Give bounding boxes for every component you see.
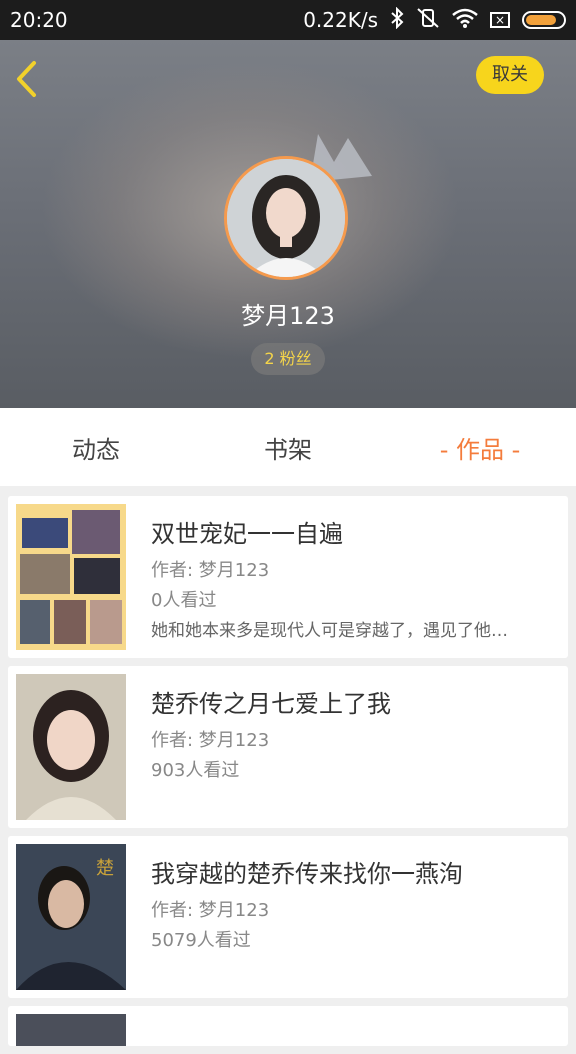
work-author: 作者: 梦月123 <box>151 900 270 921</box>
vibrate-icon <box>416 7 440 34</box>
list-item[interactable]: 楚乔传之月七爱上了我 作者: 梦月123 903人看过 <box>8 666 568 828</box>
list-item[interactable] <box>8 1006 568 1046</box>
no-sim-icon: × <box>490 12 510 28</box>
username: 梦月123 <box>241 302 335 330</box>
tab-bookshelf[interactable]: 书架 <box>192 430 384 465</box>
tab-works[interactable]: - 作品 - <box>384 430 576 465</box>
book-cover <box>16 504 126 650</box>
avatar-image <box>227 159 345 277</box>
work-author: 作者: 梦月123 <box>151 560 270 581</box>
work-description: 她和她本来多是现代人可是穿越了，遇见了他… <box>151 621 508 641</box>
book-cover <box>16 674 126 820</box>
status-time: 20:20 <box>10 8 68 32</box>
tab-updates[interactable]: 动态 <box>0 430 192 465</box>
network-speed: 0.22K/s <box>303 8 378 32</box>
avatar[interactable] <box>224 156 348 280</box>
back-button[interactable] <box>14 60 46 100</box>
battery-icon <box>522 11 566 29</box>
work-author: 作者: 梦月123 <box>151 730 270 751</box>
bluetooth-icon <box>390 6 404 34</box>
work-views: 903人看过 <box>151 760 240 781</box>
works-list: 双世宠妃一一自遍 作者: 梦月123 0人看过 她和她本来多是现代人可是穿越了，… <box>8 496 568 1054</box>
list-item[interactable]: 楚 我穿越的楚乔传来找你一燕洵 作者: 梦月123 5079人看过 <box>8 836 568 998</box>
book-cover <box>16 1014 126 1046</box>
chevron-left-icon <box>17 61 36 97</box>
book-cover: 楚 <box>16 844 126 990</box>
work-views: 0人看过 <box>151 590 217 611</box>
status-bar: 20:20 0.22K/s × <box>0 0 576 40</box>
unfollow-button[interactable]: 取关 <box>476 56 544 94</box>
profile-header: 取关 梦月123 2 粉丝 <box>0 40 576 408</box>
work-title: 楚乔传之月七爱上了我 <box>151 690 391 718</box>
wifi-icon <box>452 8 478 33</box>
fans-count[interactable]: 2 粉丝 <box>251 343 325 375</box>
work-views: 5079人看过 <box>151 930 251 951</box>
work-title: 我穿越的楚乔传来找你一燕洵 <box>151 860 463 888</box>
svg-text:楚: 楚 <box>96 858 114 879</box>
work-title: 双世宠妃一一自遍 <box>151 520 343 548</box>
profile-tabs: 动态 书架 - 作品 - <box>0 408 576 486</box>
list-item[interactable]: 双世宠妃一一自遍 作者: 梦月123 0人看过 她和她本来多是现代人可是穿越了，… <box>8 496 568 658</box>
